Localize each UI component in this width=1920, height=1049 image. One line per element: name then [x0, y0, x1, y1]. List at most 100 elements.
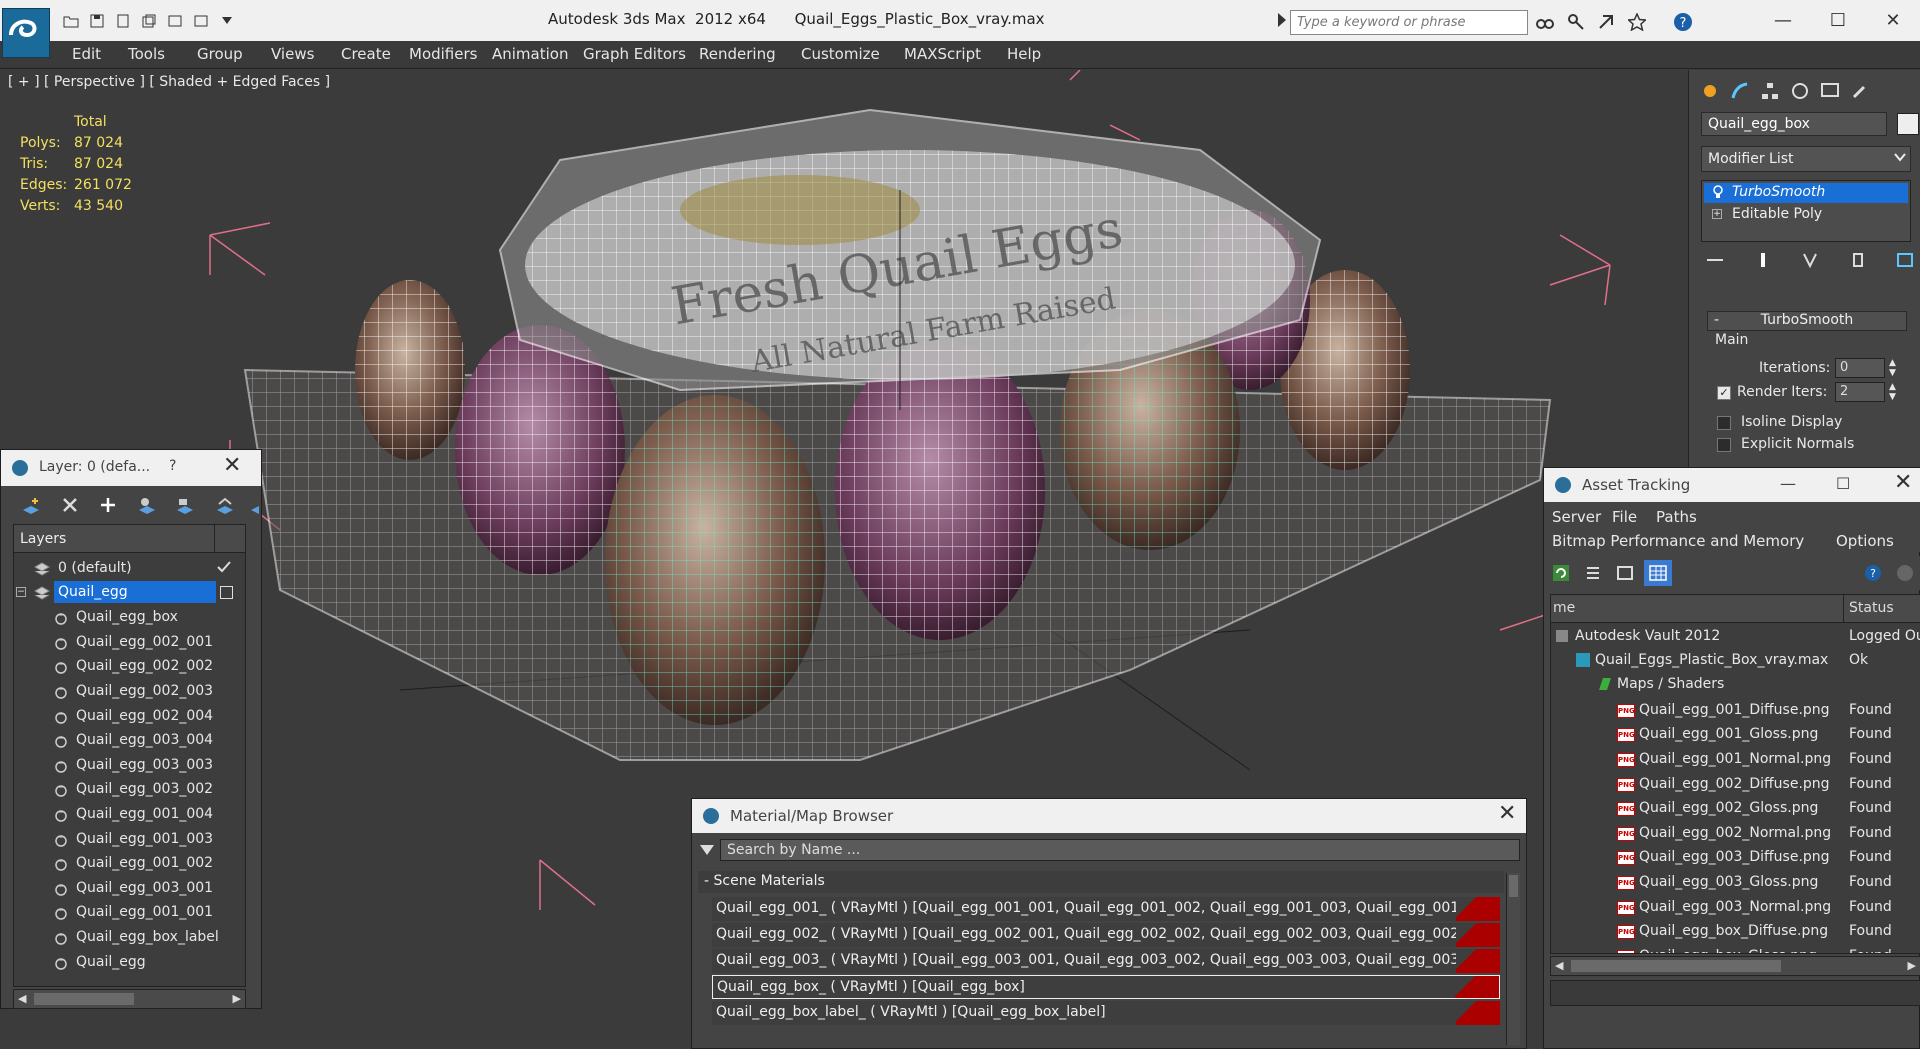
menu-tools[interactable]: Tools	[128, 45, 165, 63]
help-icon[interactable]: ?	[1668, 11, 1698, 33]
layer-object-row[interactable]: Quail_egg_003_001	[14, 877, 245, 901]
layer-help-button[interactable]: ?	[169, 458, 176, 474]
material-row[interactable]: Quail_egg_box_label_ ( VRayMtl ) [Quail_…	[712, 1001, 1500, 1025]
menu-animation[interactable]: Animation	[492, 45, 568, 63]
display-tab-icon[interactable]	[1816, 78, 1844, 104]
app-logo-icon[interactable]	[2, 8, 50, 58]
thumbnail-view-icon[interactable]	[1616, 564, 1634, 586]
layer-object-row[interactable]: Quail_egg	[14, 951, 245, 975]
menu-rendering[interactable]: Rendering	[699, 45, 776, 63]
menu-modifiers[interactable]: Modifiers	[409, 45, 477, 63]
expand-icon[interactable]: +	[1712, 209, 1722, 219]
asset-row[interactable]: PNG Quail_egg_001_Diffuse.png Found	[1551, 699, 1920, 723]
menu-maxscript[interactable]: MAXScript	[904, 45, 981, 63]
asset-maximize-button[interactable]: ☐	[1836, 474, 1850, 493]
layer-row-quail-egg[interactable]: − Quail_egg	[14, 581, 245, 605]
save-icon[interactable]	[86, 10, 108, 32]
asset-row[interactable]: PNG Quail_egg_003_Normal.png Found	[1551, 896, 1920, 920]
iterations-spinner-arrows-icon[interactable]: ▲ ▼	[1889, 358, 1896, 378]
layer-object-row[interactable]: Quail_egg_box_label	[14, 926, 245, 950]
select-objects-icon[interactable]	[137, 496, 157, 520]
material-row[interactable]: Quail_egg_003_ ( VRayMtl ) [Quail_egg_00…	[712, 949, 1500, 973]
layer-row-default[interactable]: 0 (default)	[14, 557, 245, 581]
hierarchy-tab-icon[interactable]	[1756, 78, 1784, 104]
maximize-button[interactable]: ☐	[1815, 0, 1861, 40]
menu-help[interactable]: Help	[1007, 45, 1041, 63]
search-input[interactable]: Type a keyword or phrase	[1290, 10, 1528, 35]
freeze-all-icon[interactable]	[251, 496, 259, 520]
configure-sets-icon[interactable]	[1895, 250, 1915, 276]
delete-layer-icon[interactable]	[61, 496, 79, 518]
remove-modifier-icon[interactable]	[1848, 250, 1868, 276]
iterations-spinner[interactable]: 0	[1835, 358, 1885, 378]
material-search-input[interactable]: Search by Name ...	[720, 839, 1520, 861]
explicit-normals-checkbox[interactable]	[1717, 438, 1731, 452]
asset-row[interactable]: PNG Quail_egg_box_Diffuse.png Found	[1551, 920, 1920, 944]
layer-object-row[interactable]: Quail_egg_003_002	[14, 778, 245, 802]
column-name-header[interactable]: me	[1553, 600, 1575, 616]
render-iters-spinner[interactable]: 2	[1835, 382, 1885, 402]
material-browser-close-button[interactable]: ✕	[1498, 801, 1516, 826]
hide-all-icon[interactable]	[215, 496, 235, 520]
render-iters-spinner-arrows-icon[interactable]: ▲ ▼	[1889, 382, 1896, 402]
scene-materials-header[interactable]: - Scene Materials	[698, 871, 1504, 893]
material-browser-titlebar[interactable]: Material/Map Browser ✕	[692, 799, 1526, 833]
material-scrollbar[interactable]	[1506, 873, 1520, 1045]
asset-row[interactable]: PNG Quail_egg_003_Diffuse.png Found	[1551, 846, 1920, 870]
dropdown-icon[interactable]	[216, 10, 238, 32]
asset-menu-file[interactable]: File	[1612, 508, 1637, 526]
layer-object-row[interactable]: Quail_egg_002_004	[14, 705, 245, 729]
table-view-icon[interactable]	[1644, 560, 1672, 586]
show-end-result-icon[interactable]	[1753, 250, 1773, 276]
layer-object-row[interactable]: Quail_egg_003_004	[14, 729, 245, 753]
asset-horizontal-scrollbar[interactable]: ◀ ▶	[1550, 956, 1920, 976]
asset-menu-paths[interactable]: Paths	[1656, 508, 1697, 526]
communication-icon[interactable]	[1595, 11, 1617, 33]
redo-icon[interactable]	[190, 10, 212, 32]
list-view-icon[interactable]	[1584, 564, 1602, 586]
menu-graph-editors[interactable]: Graph Editors	[583, 45, 686, 63]
stack-item-editable-poly[interactable]: + Editable Poly	[1704, 205, 1908, 225]
favorites-star-icon[interactable]	[1626, 11, 1648, 33]
asset-row[interactable]: PNG Quail_egg_002_Normal.png Found	[1551, 822, 1920, 846]
turbosmooth-rollout-header[interactable]: - TurboSmooth	[1707, 311, 1907, 331]
asset-row[interactable]: Autodesk Vault 2012 Logged Ou	[1551, 625, 1920, 649]
asset-menu-bitmap-performance[interactable]: Bitmap Performance and Memory	[1552, 532, 1804, 550]
stack-item-turbosmooth[interactable]: TurboSmooth	[1704, 183, 1908, 203]
layer-object-row[interactable]: Quail_egg_001_002	[14, 852, 245, 876]
modifier-list-dropdown[interactable]: Modifier List	[1701, 146, 1911, 172]
viewport-label[interactable]: [ + ] [ Perspective ] [ Shaded + Edged F…	[8, 74, 330, 90]
layer-window-titlebar[interactable]: Layer: 0 (defa... ? ✕	[1, 450, 261, 486]
make-unique-icon[interactable]	[1800, 250, 1820, 276]
menu-views[interactable]: Views	[271, 45, 314, 63]
active-layer-check-icon[interactable]	[216, 559, 232, 579]
pin-stack-icon[interactable]	[1705, 250, 1725, 276]
lightbulb-icon[interactable]	[1712, 185, 1724, 203]
asset-path-field[interactable]	[1550, 980, 1920, 1006]
collapse-icon[interactable]: −	[16, 587, 26, 597]
layer-object-row[interactable]: Quail_egg_001_001	[14, 901, 245, 925]
layer-object-row[interactable]: Quail_egg_002_002	[14, 655, 245, 679]
browser-options-icon[interactable]	[700, 843, 714, 861]
asset-help-alt-icon[interactable]	[1896, 564, 1914, 586]
close-button[interactable]: ✕	[1870, 0, 1916, 40]
modify-tab-icon[interactable]	[1726, 78, 1754, 104]
render-iters-checkbox[interactable]: ✓	[1717, 386, 1731, 400]
add-to-layer-icon[interactable]	[99, 496, 117, 518]
layer-object-row[interactable]: Quail_egg_002_003	[14, 680, 245, 704]
material-row-selected[interactable]: Quail_egg_box_ ( VRayMtl ) [Quail_egg_bo…	[712, 975, 1500, 999]
layer-object-row[interactable]: Quail_egg_box	[14, 606, 245, 630]
object-name-field[interactable]: Quail_egg_box	[1701, 112, 1887, 136]
asset-help-icon[interactable]: ?	[1864, 564, 1882, 586]
material-row[interactable]: Quail_egg_001_ ( VRayMtl ) [Quail_egg_00…	[712, 897, 1500, 921]
isoline-checkbox[interactable]	[1717, 416, 1731, 430]
key-icon[interactable]	[1565, 11, 1587, 33]
asset-row[interactable]: PNG Quail_egg_001_Normal.png Found	[1551, 748, 1920, 772]
layer-object-row[interactable]: Quail_egg_002_001	[14, 631, 245, 655]
menu-group[interactable]: Group	[197, 45, 243, 63]
create-tab-icon[interactable]	[1696, 78, 1724, 104]
asset-menu-server[interactable]: Server	[1552, 508, 1601, 526]
column-status-header[interactable]: Status	[1849, 600, 1894, 616]
layer-object-row[interactable]: Quail_egg_001_003	[14, 828, 245, 852]
asset-row[interactable]: Quail_Eggs_Plastic_Box_vray.max Ok	[1551, 649, 1920, 673]
